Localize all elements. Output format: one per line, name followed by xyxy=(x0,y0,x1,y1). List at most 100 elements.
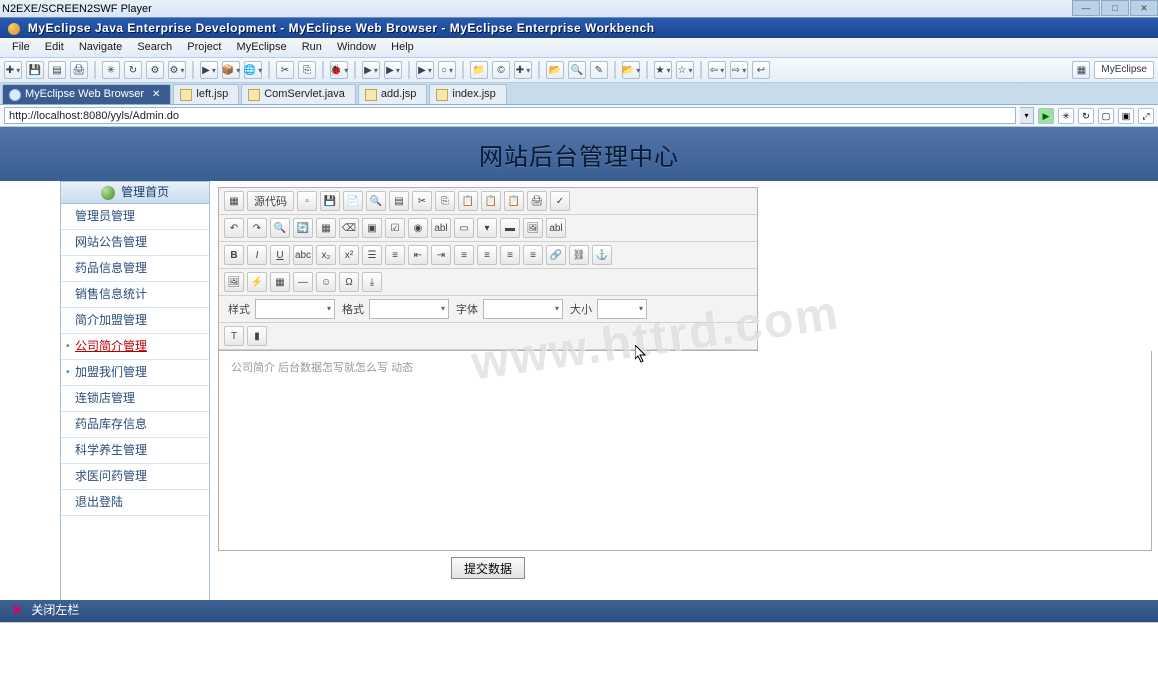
task-icon[interactable]: ✎ xyxy=(590,61,608,79)
addrbar-icon-3[interactable]: ▢ xyxy=(1098,108,1114,124)
align-center-icon[interactable]: ≡ xyxy=(477,245,497,265)
sidebar-item-0[interactable]: 管理员管理 xyxy=(61,204,209,230)
table-icon[interactable]: ▦ xyxy=(270,272,290,292)
sub-icon[interactable]: x₂ xyxy=(316,245,336,265)
smiley-icon[interactable]: ☺ xyxy=(316,272,336,292)
sidebar-item-5[interactable]: 公司简介管理 xyxy=(61,334,209,360)
close-button[interactable]: ✕ xyxy=(1130,0,1158,16)
spell-icon[interactable]: ✓ xyxy=(550,191,570,211)
form-icon[interactable]: ▣ xyxy=(362,218,382,238)
search-icon[interactable]: 🔍 xyxy=(568,61,586,79)
sidebar-head[interactable]: 管理首页 xyxy=(61,182,209,204)
sidebar-item-3[interactable]: 销售信息统计 xyxy=(61,282,209,308)
debug-icon[interactable]: 🐞 xyxy=(330,61,348,79)
paste-icon[interactable]: 📋 xyxy=(458,191,478,211)
sidebar-item-6[interactable]: 加盟我们管理 xyxy=(61,360,209,386)
new-package-icon[interactable]: 📁 xyxy=(470,61,488,79)
preview-icon[interactable]: 📄 xyxy=(343,191,363,211)
align-justify-icon[interactable]: ≡ xyxy=(523,245,543,265)
removeformat-icon[interactable]: ⌫ xyxy=(339,218,359,238)
print-icon[interactable]: 🖨 xyxy=(527,191,547,211)
print-icon[interactable]: 🖨 xyxy=(70,61,88,79)
close-left-link[interactable]: 关闭左栏 xyxy=(31,603,79,617)
save-all-icon[interactable]: ▤ xyxy=(48,61,66,79)
sidebar-item-4[interactable]: 简介加盟管理 xyxy=(61,308,209,334)
menu-myeclipse[interactable]: MyEclipse xyxy=(231,41,293,53)
anchor-icon[interactable]: ⚓ xyxy=(592,245,612,265)
perspective-switch[interactable]: MyEclipse xyxy=(1094,61,1154,79)
perspective-open-icon[interactable]: ▦ xyxy=(1072,61,1090,79)
format-select[interactable] xyxy=(369,299,449,319)
sup-icon[interactable]: x² xyxy=(339,245,359,265)
addrbar-icon-1[interactable]: ✳ xyxy=(1058,108,1074,124)
run-last-icon[interactable]: ○ xyxy=(438,61,456,79)
menu-window[interactable]: Window xyxy=(331,41,382,53)
tab-left-jsp[interactable]: left.jsp xyxy=(173,84,239,104)
menu-file[interactable]: File xyxy=(6,41,36,53)
selectall-icon[interactable]: ▦ xyxy=(316,218,336,238)
save-icon[interactable]: 💾 xyxy=(320,191,340,211)
submit-button[interactable]: 提交数据 xyxy=(451,557,525,579)
tool-icon-2[interactable]: ⚙ xyxy=(168,61,186,79)
sidebar-item-11[interactable]: 退出登陆 xyxy=(61,490,209,516)
ul-icon[interactable]: ≡ xyxy=(385,245,405,265)
strike-icon[interactable]: abc xyxy=(293,245,313,265)
close-icon[interactable]: ✕ xyxy=(152,85,160,104)
source-button[interactable]: 源代码 xyxy=(247,191,294,211)
forward-icon[interactable]: ⇨ xyxy=(730,61,748,79)
link-icon[interactable]: 🔗 xyxy=(546,245,566,265)
menu-search[interactable]: Search xyxy=(131,41,178,53)
tab-browser[interactable]: MyEclipse Web Browser ✕ xyxy=(2,84,171,104)
bgcolor-icon[interactable]: ▮ xyxy=(247,326,267,346)
nav-folder-icon[interactable]: 📂 xyxy=(622,61,640,79)
addrbar-icon-5[interactable]: ⤢ xyxy=(1138,108,1154,124)
up-icon[interactable]: ↩ xyxy=(752,61,770,79)
tab-add-jsp[interactable]: add.jsp xyxy=(358,84,427,104)
flash-icon[interactable]: ⚡ xyxy=(247,272,267,292)
menu-project[interactable]: Project xyxy=(181,41,227,53)
minimize-button[interactable]: — xyxy=(1072,0,1100,16)
image-btn-icon[interactable]: 🖼 xyxy=(523,218,543,238)
server-icon[interactable]: ▶ xyxy=(200,61,218,79)
checkbox-icon[interactable]: ☑ xyxy=(385,218,405,238)
sidebar-item-10[interactable]: 求医问药管理 xyxy=(61,464,209,490)
paste-text-icon[interactable]: 📋 xyxy=(481,191,501,211)
tab-index-jsp[interactable]: index.jsp xyxy=(429,84,506,104)
sidebar-item-8[interactable]: 药品库存信息 xyxy=(61,412,209,438)
new-icon[interactable]: ✚ xyxy=(4,61,22,79)
hidden-icon[interactable]: abl xyxy=(546,218,566,238)
url-input[interactable] xyxy=(4,107,1016,124)
url-history-dropdown[interactable]: ▾ xyxy=(1020,107,1034,124)
expand-icon[interactable]: ▦ xyxy=(224,191,244,211)
bookmark2-icon[interactable]: ☆ xyxy=(676,61,694,79)
wizard-icon[interactable]: ✳ xyxy=(102,61,120,79)
maximize-button[interactable]: □ xyxy=(1101,0,1129,16)
page-icon[interactable]: ▤ xyxy=(389,191,409,211)
newpage-icon[interactable]: ▫ xyxy=(297,191,317,211)
underline-icon[interactable]: U xyxy=(270,245,290,265)
menu-help[interactable]: Help xyxy=(385,41,420,53)
image-icon[interactable]: 🖼 xyxy=(224,272,244,292)
save-icon[interactable]: 💾 xyxy=(26,61,44,79)
find-icon[interactable]: 🔍 xyxy=(270,218,290,238)
unlink-icon[interactable]: ⛓ xyxy=(569,245,589,265)
deploy-icon[interactable]: 📦 xyxy=(222,61,240,79)
select-icon[interactable]: ▾ xyxy=(477,218,497,238)
template-icon[interactable]: 🔍 xyxy=(366,191,386,211)
redo-icon[interactable]: ↷ xyxy=(247,218,267,238)
copy-icon[interactable]: ⎘ xyxy=(435,191,455,211)
textfield-icon[interactable]: abl xyxy=(431,218,451,238)
go-icon[interactable]: ▶ xyxy=(1038,108,1054,124)
tab-comservlet[interactable]: ComServlet.java xyxy=(241,84,356,104)
editor-textarea[interactable]: 公司简介 后台数据怎写就怎么写 动态 xyxy=(218,351,1152,551)
cut-icon[interactable]: ✂ xyxy=(276,61,294,79)
replace-icon[interactable]: 🔄 xyxy=(293,218,313,238)
menu-navigate[interactable]: Navigate xyxy=(73,41,128,53)
italic-icon[interactable]: I xyxy=(247,245,267,265)
menu-edit[interactable]: Edit xyxy=(39,41,70,53)
hr-icon[interactable]: — xyxy=(293,272,313,292)
cut-icon[interactable]: ✂ xyxy=(412,191,432,211)
tool-icon[interactable]: ⚙ xyxy=(146,61,164,79)
pagebreak-icon[interactable]: ⤓ xyxy=(362,272,382,292)
paste-word-icon[interactable]: 📋 xyxy=(504,191,524,211)
